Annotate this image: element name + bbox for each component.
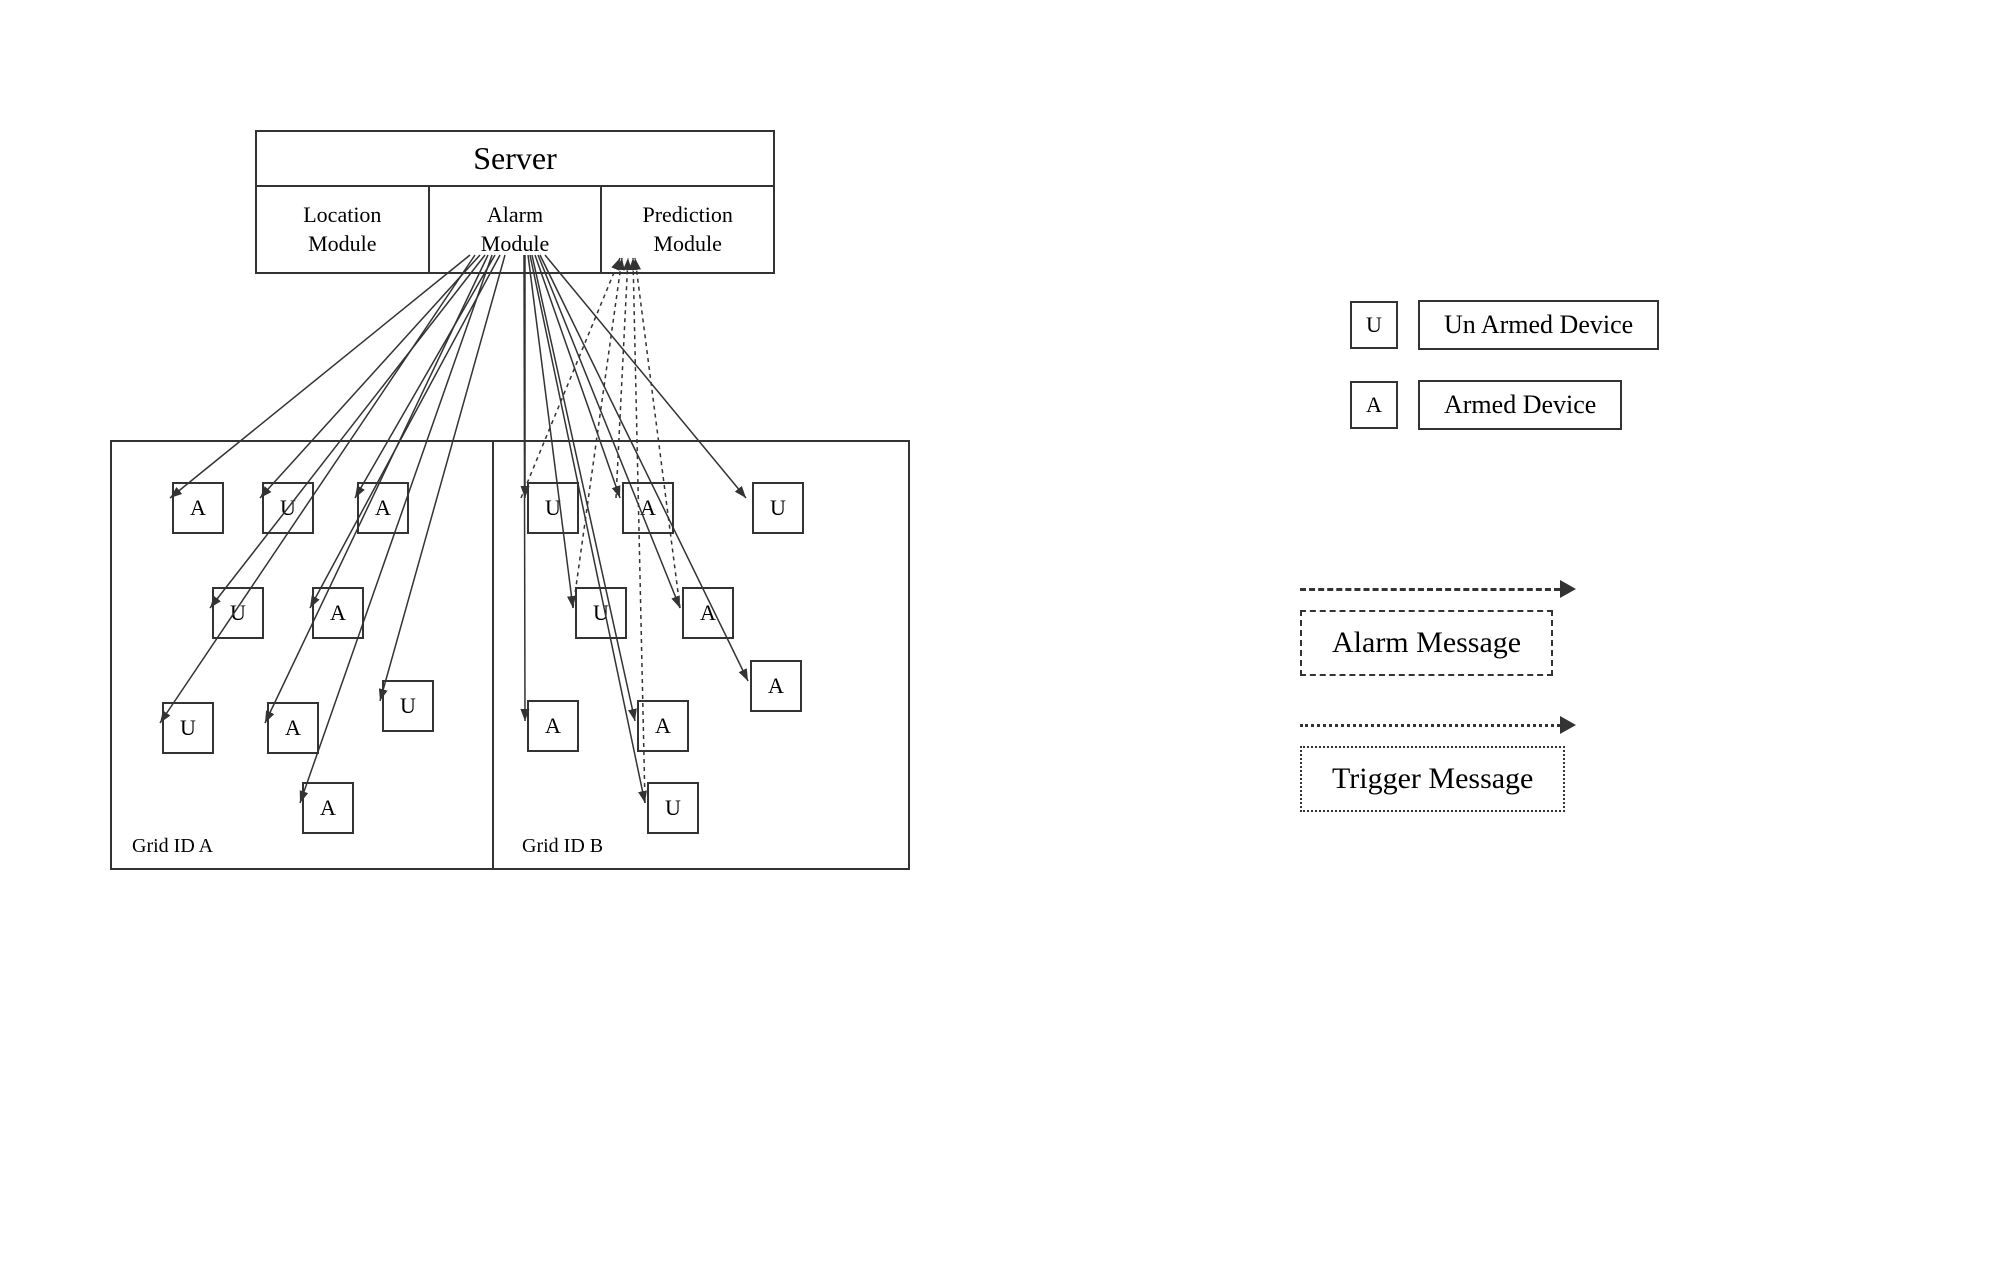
- grid-divider: [492, 442, 494, 868]
- diagram-area: Server LocationModule AlarmModule Predic…: [80, 100, 950, 880]
- device-A2: A: [357, 482, 409, 534]
- device-A5: A: [302, 782, 354, 834]
- alarm-message-item: Alarm Message: [1300, 580, 1576, 676]
- alarm-arrowhead: [1560, 580, 1576, 598]
- device-Ab4: A: [637, 700, 689, 752]
- trigger-message-box: Trigger Message: [1300, 746, 1565, 812]
- trigger-line: [1300, 724, 1560, 727]
- device-U2: U: [212, 587, 264, 639]
- alarm-message-box: Alarm Message: [1300, 610, 1553, 676]
- device-A1: A: [172, 482, 224, 534]
- message-legend: Alarm Message Trigger Message: [1300, 580, 1576, 852]
- server-modules: LocationModule AlarmModule PredictionMod…: [257, 187, 773, 272]
- grid-id-b-label: Grid ID B: [522, 835, 603, 858]
- device-A3: A: [312, 587, 364, 639]
- device-A4: A: [267, 702, 319, 754]
- device-Ab3: A: [527, 700, 579, 752]
- module-prediction: PredictionModule: [602, 187, 773, 272]
- module-alarm: AlarmModule: [430, 187, 603, 272]
- device-Ub1: U: [527, 482, 579, 534]
- alarm-line: [1300, 588, 1560, 591]
- trigger-arrowhead: [1560, 716, 1576, 734]
- device-Ab2: A: [682, 587, 734, 639]
- device-Ub4: U: [647, 782, 699, 834]
- device-U4: U: [382, 680, 434, 732]
- device-Ub2: U: [752, 482, 804, 534]
- trigger-arrow-line: [1300, 716, 1576, 734]
- legend-unarmed: U Un Armed Device: [1350, 300, 1659, 350]
- server-box: Server LocationModule AlarmModule Predic…: [255, 130, 775, 274]
- legend-u-label: Un Armed Device: [1418, 300, 1659, 350]
- module-location: LocationModule: [257, 187, 430, 272]
- device-U1: U: [262, 482, 314, 534]
- legend-a-label: Armed Device: [1418, 380, 1622, 430]
- grid-outer: Grid ID A Grid ID B A U A U A U A U A U …: [110, 440, 910, 870]
- device-U3: U: [162, 702, 214, 754]
- legend-a-device: A: [1350, 381, 1398, 429]
- alarm-arrow-line: [1300, 580, 1576, 598]
- trigger-message-item: Trigger Message: [1300, 716, 1576, 812]
- legend-armed: A Armed Device: [1350, 380, 1659, 430]
- legend-area: U Un Armed Device A Armed Device: [1350, 300, 1659, 460]
- device-Ub3: U: [575, 587, 627, 639]
- legend-u-device: U: [1350, 301, 1398, 349]
- server-title: Server: [257, 132, 773, 187]
- device-Ab1: A: [622, 482, 674, 534]
- device-Ab5: A: [750, 660, 802, 712]
- grid-id-a-label: Grid ID A: [132, 835, 213, 858]
